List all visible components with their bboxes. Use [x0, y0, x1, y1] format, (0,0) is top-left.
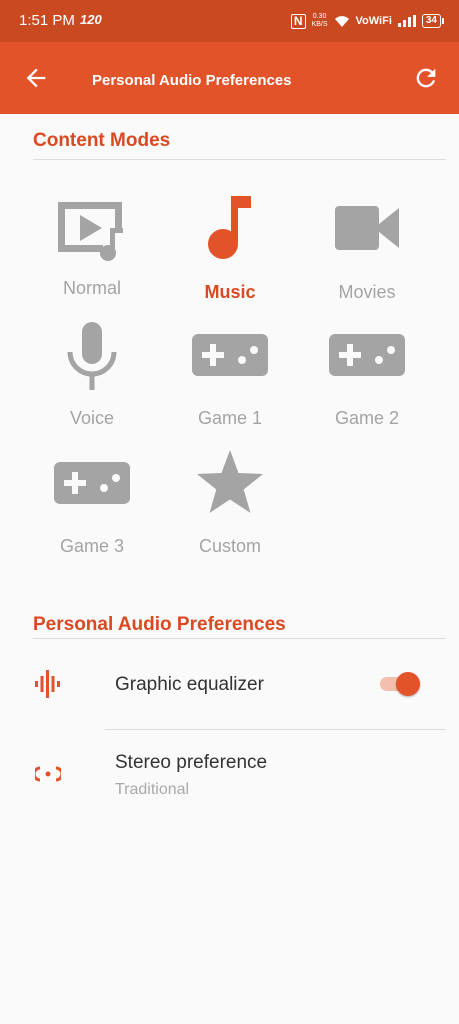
mode-label: Game 3	[59, 536, 125, 556]
status-icons: N 0.30 KB/S VoWiFi 34	[290, 10, 445, 32]
content-modes-heading: Content Modes	[33, 130, 171, 151]
status-time: 1:51 PM	[19, 12, 75, 29]
battery-icon: 34	[421, 14, 445, 28]
stereo-preference-label: Stereo preference	[115, 752, 268, 773]
signal-icon	[397, 15, 416, 27]
mode-game-2[interactable]: Game 2	[307, 320, 427, 440]
net-speed-unit: KB/S	[311, 21, 328, 28]
stereo-icon	[35, 766, 61, 782]
gamepad-icon	[192, 334, 268, 376]
status-bar: 1:51 PM 120 N 0.30 KB/S VoWiFi 34	[0, 0, 459, 42]
mode-label: Game 2	[334, 408, 400, 428]
mode-label: Voice	[69, 408, 115, 428]
mode-music[interactable]: Music	[170, 190, 290, 310]
row-divider	[105, 729, 446, 730]
graphic-equalizer-row[interactable]: Graphic equalizer	[0, 650, 459, 728]
mode-label: Music	[204, 282, 256, 302]
gamepad-icon	[54, 462, 130, 504]
preferences-divider	[33, 638, 446, 639]
page-title: Personal Audio Preferences	[92, 72, 292, 89]
nfc-icon: N	[290, 13, 306, 29]
net-speed: 0.30 KB/S	[312, 13, 328, 29]
arrow-back-icon[interactable]	[22, 64, 50, 92]
mode-normal[interactable]: Normal	[32, 190, 152, 310]
app-bar: Personal Audio Preferences	[0, 42, 459, 114]
mode-game-1[interactable]: Game 1	[170, 320, 290, 440]
equalizer-icon	[35, 670, 60, 698]
preferences-heading: Personal Audio Preferences	[33, 614, 286, 635]
mode-custom[interactable]: Custom	[170, 448, 290, 568]
star-icon	[197, 450, 263, 513]
refresh-icon[interactable]	[412, 64, 440, 92]
gamepad-icon	[329, 334, 405, 376]
videocam-icon	[335, 206, 399, 250]
net-speed-value: 0.30	[312, 13, 327, 20]
mode-label: Custom	[198, 536, 261, 556]
video-music-icon	[58, 202, 123, 261]
content-modes-divider	[33, 159, 446, 160]
mode-movies[interactable]: Movies	[307, 190, 427, 310]
mode-voice[interactable]: Voice	[32, 320, 152, 440]
refresh-rate: 120	[80, 12, 102, 27]
stereo-preference-row[interactable]: Stereo preference Traditional	[0, 738, 459, 810]
wifi-icon	[334, 15, 349, 27]
stereo-preference-value: Traditional	[115, 781, 190, 798]
graphic-equalizer-toggle[interactable]	[380, 671, 422, 697]
mode-label: Game 1	[197, 408, 263, 428]
mode-label: Movies	[338, 282, 396, 302]
vowifi-label: VoWiFi	[355, 15, 392, 27]
graphic-equalizer-label: Graphic equalizer	[115, 674, 264, 695]
toggle-thumb	[396, 672, 420, 696]
mode-label: Normal	[62, 278, 121, 298]
music-note-icon	[208, 196, 251, 259]
mode-game-3[interactable]: Game 3	[32, 448, 152, 568]
microphone-icon	[67, 322, 117, 390]
